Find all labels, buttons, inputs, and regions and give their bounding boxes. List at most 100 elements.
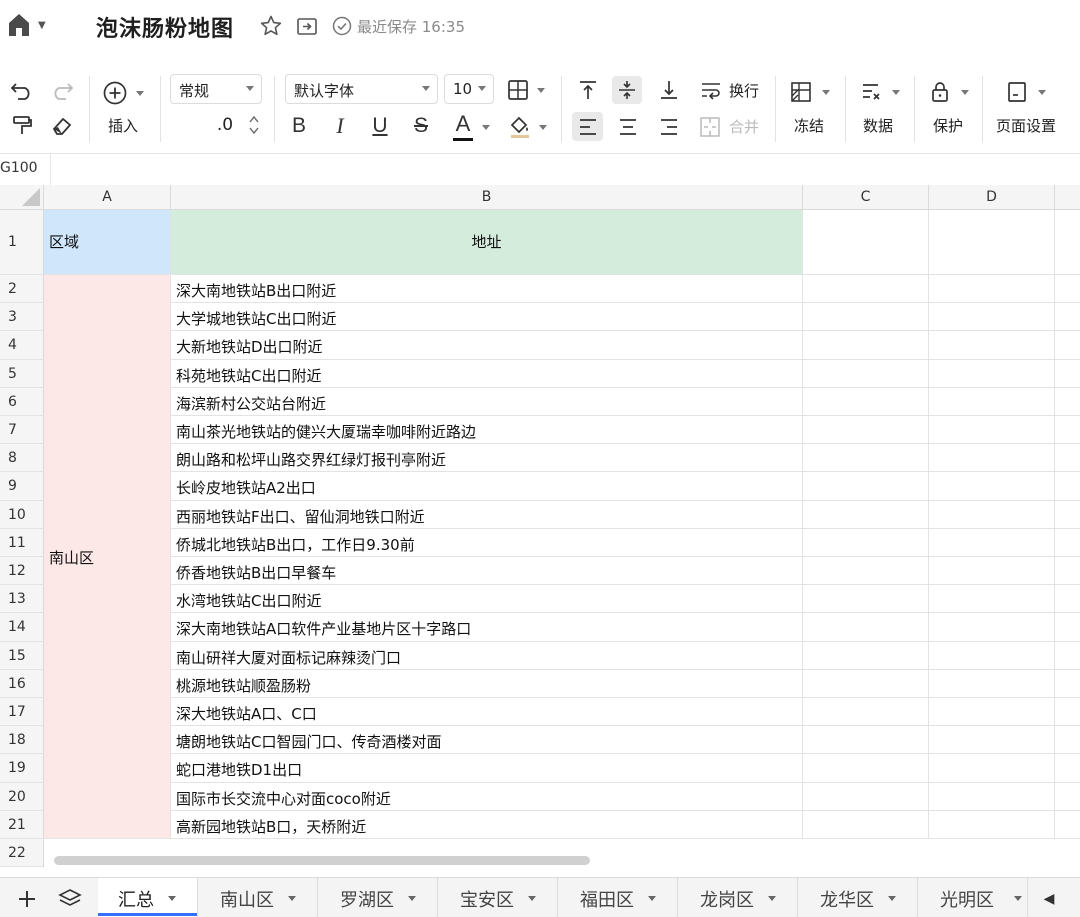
cell[interactable] [929,585,1055,613]
cell[interactable] [1055,613,1080,642]
address-cell[interactable]: 长岭皮地铁站A2出口 [171,472,803,501]
cell[interactable] [929,754,1055,783]
column-header-e[interactable] [1055,185,1080,210]
select-all-corner[interactable] [0,185,44,210]
row-header[interactable]: 8 [0,444,44,472]
cell[interactable] [929,529,1055,557]
address-cell[interactable]: 深大地铁站A口、C口 [171,698,803,726]
row-header[interactable]: 1 [0,210,44,275]
cell[interactable] [1055,472,1080,501]
cell[interactable] [803,472,929,501]
protect-button[interactable]: 保护 [927,115,969,136]
row-header[interactable]: 5 [0,360,44,388]
cell[interactable] [1055,416,1080,444]
address-cell[interactable]: 西丽地铁站F出口、留仙洞地铁口附近 [171,501,803,529]
sheet-tab[interactable]: 福田区 [558,878,678,917]
row-header[interactable]: 2 [0,275,44,303]
undo-icon[interactable] [8,76,36,104]
sheet-tab-caret-icon[interactable] [168,896,176,901]
cell[interactable] [929,811,1055,839]
underline-button[interactable]: U [367,112,393,140]
cell[interactable] [929,275,1055,303]
address-cell[interactable]: 桃源地铁站顺盈肠粉 [171,670,803,698]
address-cell[interactable]: 侨香地铁站B出口早餐车 [171,557,803,585]
column-header-c[interactable]: C [803,185,929,210]
decimal-stepper-icon[interactable] [247,112,261,138]
address-cell[interactable]: 侨城北地铁站B出口，工作日9.30前 [171,529,803,557]
sheet-tab-caret-icon[interactable] [1014,896,1022,901]
cell[interactable] [1055,585,1080,613]
cell[interactable] [929,210,1055,275]
row-header[interactable]: 18 [0,726,44,754]
lock-icon[interactable] [927,78,953,106]
address-cell[interactable]: 南山研祥大厦对面标记麻辣烫门口 [171,642,803,670]
scroll-tabs-left-icon[interactable]: ◀ [1038,886,1060,912]
row-header[interactable]: 4 [0,331,44,360]
page-setup-caret-icon[interactable] [1038,90,1046,95]
cell[interactable] [803,416,929,444]
cell[interactable] [803,275,929,303]
page-setup-icon[interactable] [1004,78,1030,106]
number-format-select[interactable]: 常规 [170,74,262,104]
insert-caret-icon[interactable] [136,91,144,96]
cell[interactable] [929,388,1055,416]
wrap-text-button[interactable]: 换行 [726,80,762,101]
row-header[interactable]: 15 [0,642,44,670]
cell[interactable] [803,726,929,754]
document-title[interactable]: 泡沫肠粉地图 [96,11,234,43]
row-header[interactable]: 16 [0,670,44,698]
cell[interactable] [1055,754,1080,783]
bold-button[interactable]: B [286,112,312,140]
cell[interactable] [803,754,929,783]
sheet-tab[interactable]: 龙岗区 [678,878,798,917]
cell[interactable] [1055,670,1080,698]
font-color-button[interactable]: A [450,110,476,138]
cell[interactable] [1055,642,1080,670]
cell[interactable] [803,210,929,275]
font-family-select[interactable]: 默认字体 [285,74,438,104]
address-cell[interactable]: 深大南地铁站B出口附近 [171,275,803,303]
cell[interactable] [1055,331,1080,360]
row-header[interactable]: 20 [0,783,44,811]
spreadsheet-grid[interactable]: A B C D 1 区域 地址 南山区 2 深大南地铁站B出口附近 3 大学城地铁站C… [0,185,1080,870]
fill-color-icon[interactable] [507,112,533,140]
insert-button[interactable]: 插入 [100,115,146,136]
cell[interactable] [929,642,1055,670]
cell[interactable] [929,670,1055,698]
cell[interactable] [1055,726,1080,754]
cell[interactable] [929,444,1055,472]
freeze-caret-icon[interactable] [822,90,830,95]
redo-icon[interactable] [48,76,76,104]
address-cell[interactable]: 深大南地铁站A口软件产业基地片区十字路口 [171,613,803,642]
address-cell[interactable]: 国际市长交流中心对面coco附近 [171,783,803,811]
home-dropdown-caret[interactable]: ▼ [38,20,46,31]
data-icon[interactable] [858,78,884,106]
cell[interactable] [1055,529,1080,557]
row-header[interactable]: 7 [0,416,44,444]
star-icon[interactable] [259,14,283,38]
sheet-tab-caret-icon[interactable] [888,896,896,901]
move-to-folder-icon[interactable] [295,14,319,38]
address-cell[interactable]: 朗山路和松坪山路交界红绿灯报刊亭附近 [171,444,803,472]
sheet-tab[interactable]: 汇总 [98,878,198,917]
cell[interactable] [803,811,929,839]
column-header-a[interactable]: A [44,185,171,210]
cell[interactable] [803,613,929,642]
cell[interactable] [929,501,1055,529]
insert-plus-icon[interactable] [100,78,130,108]
cell[interactable] [1055,303,1080,331]
merge-cells-icon[interactable] [698,114,722,140]
cell[interactable] [1055,811,1080,839]
cell[interactable] [803,529,929,557]
data-caret-icon[interactable] [892,90,900,95]
row-header[interactable]: 3 [0,303,44,331]
protect-caret-icon[interactable] [961,90,969,95]
address-cell[interactable]: 科苑地铁站C出口附近 [171,360,803,388]
row-header[interactable]: 22 [0,839,44,867]
italic-button[interactable]: I [328,112,352,140]
sheet-tab[interactable]: 南山区 [198,878,318,917]
cell[interactable] [803,642,929,670]
cell[interactable] [929,331,1055,360]
row-header[interactable]: 13 [0,585,44,613]
column-header-b[interactable]: B [171,185,803,210]
